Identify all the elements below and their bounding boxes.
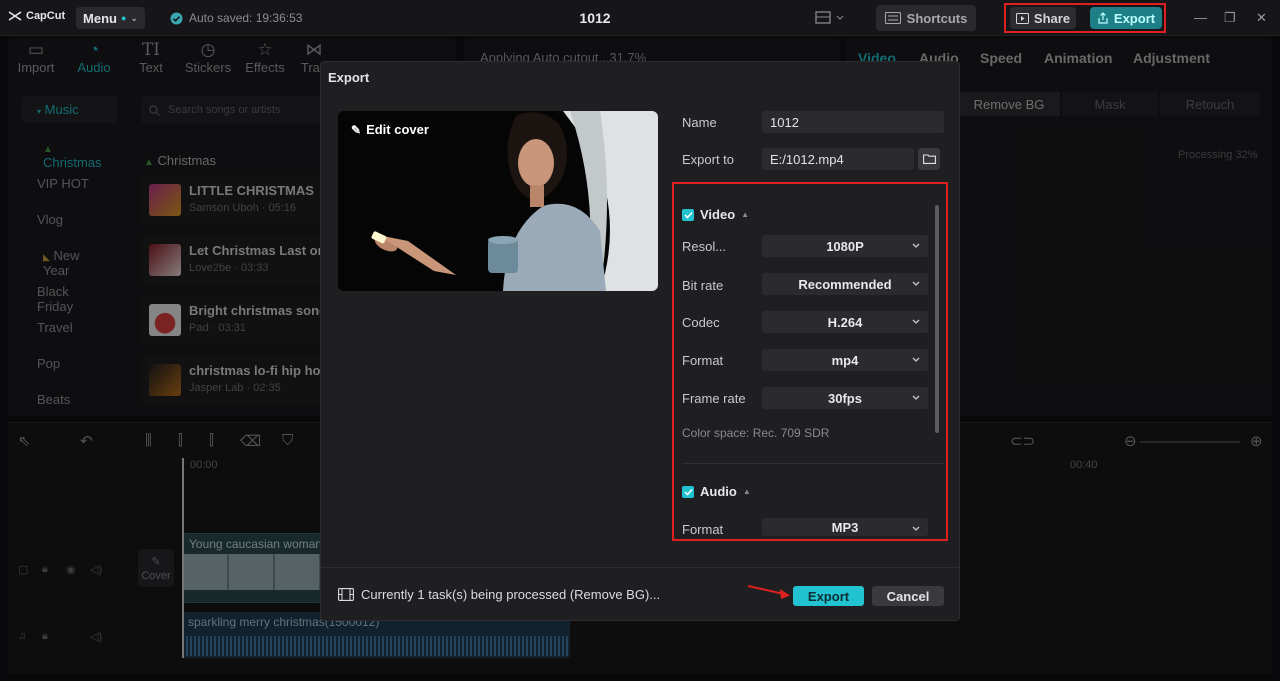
audio-checkbox[interactable] (682, 485, 694, 498)
minimize-icon[interactable]: — (1194, 10, 1207, 25)
edit-cover-label: Edit cover (366, 122, 429, 137)
edit-cover-button[interactable]: ✎ Edit cover (351, 122, 429, 137)
framerate-value: 30fps (828, 390, 862, 406)
codec-value: H.264 (827, 314, 863, 330)
video-checkbox[interactable] (682, 208, 694, 221)
footer-divider (321, 567, 959, 568)
upload-icon (1098, 12, 1108, 24)
chevron-down-icon (912, 281, 920, 286)
export-button[interactable]: Export (793, 586, 864, 606)
framerate-label: Frame rate (682, 391, 746, 406)
chevron-down-icon (912, 395, 920, 400)
resolution-label: Resol... (682, 239, 727, 254)
menu-label: Menu (83, 10, 117, 26)
export-path-input[interactable]: E:/1012.mp4 (762, 148, 914, 170)
share-icon (1015, 12, 1029, 24)
app-logo-text: CapCut (26, 10, 66, 22)
bitrate-value: Recommended (798, 276, 892, 292)
color-space-info: Color space: Rec. 709 SDR (682, 426, 830, 440)
audio-format-value: MP3 (831, 519, 859, 535)
autosave-text: Auto saved: 19:36:53 (189, 11, 303, 25)
codec-label: Codec (682, 315, 720, 330)
keyboard-icon (884, 12, 901, 24)
chevron-down-icon: ⌄ (130, 12, 138, 23)
video-section-label: Video (700, 207, 736, 222)
annotation-arrow-icon (746, 583, 792, 599)
format-label: Format (682, 353, 724, 368)
browse-folder-button[interactable] (918, 148, 940, 170)
format-value: mp4 (831, 352, 859, 368)
shortcuts-label: Shortcuts (906, 10, 968, 26)
chevron-down-icon (912, 243, 920, 248)
shortcuts-button[interactable]: Shortcuts (876, 5, 976, 31)
export-top-label: Export (1113, 10, 1156, 26)
collapse-up-icon[interactable]: ▲ (741, 210, 749, 219)
close-icon[interactable]: ✕ (1256, 10, 1267, 26)
export-to-label: Export to (682, 152, 735, 167)
share-label: Share (1033, 10, 1071, 26)
layout-icon[interactable] (815, 11, 845, 25)
audio-section-header[interactable]: Audio ▲ (682, 484, 751, 499)
checkmark-icon (683, 488, 693, 496)
cancel-button[interactable]: Cancel (872, 586, 944, 606)
restore-icon[interactable]: ❐ (1224, 10, 1236, 26)
settings-scrollbar[interactable] (935, 205, 939, 433)
menu-button[interactable]: Menu ● ⌄ (76, 7, 145, 29)
task-status: Currently 1 task(s) being processed (Rem… (338, 587, 660, 602)
framerate-select[interactable]: 30fps (762, 387, 928, 409)
codec-select[interactable]: H.264 (762, 311, 928, 333)
checkmark-icon (683, 211, 693, 219)
dialog-title: Export (328, 70, 370, 85)
check-circle-icon (170, 12, 183, 24)
format-select[interactable]: mp4 (762, 349, 928, 371)
autosave-status: Auto saved: 19:36:53 (170, 11, 302, 25)
bitrate-label: Bit rate (682, 278, 724, 293)
cover-preview-image[interactable] (338, 111, 658, 291)
chevron-down-icon (912, 526, 920, 531)
capcut-logo-icon (8, 11, 22, 21)
section-divider (682, 463, 944, 464)
audio-section-label: Audio (700, 484, 737, 499)
pencil-icon: ✎ (351, 122, 362, 137)
export-top-button[interactable]: Export (1090, 7, 1162, 29)
resolution-value: 1080P (826, 238, 864, 254)
audio-format-select[interactable]: MP3 (762, 518, 928, 536)
folder-icon (922, 154, 936, 164)
chevron-down-icon (912, 319, 920, 324)
app-logo: CapCut (8, 10, 65, 22)
menu-dot-icon: ● (120, 13, 127, 23)
chevron-down-icon (912, 357, 920, 362)
bitrate-select[interactable]: Recommended (762, 273, 928, 295)
film-icon (338, 588, 354, 601)
name-input[interactable]: 1012 (762, 111, 944, 133)
project-title: 1012 (579, 10, 611, 26)
resolution-select[interactable]: 1080P (762, 235, 928, 257)
share-button[interactable]: Share (1010, 7, 1076, 29)
video-section-header[interactable]: Video ▲ (682, 207, 749, 222)
audio-format-label: Format (682, 522, 724, 537)
task-status-text: Currently 1 task(s) being processed (Rem… (361, 587, 661, 602)
collapse-up-icon[interactable]: ▲ (743, 487, 751, 496)
name-label: Name (682, 115, 717, 130)
